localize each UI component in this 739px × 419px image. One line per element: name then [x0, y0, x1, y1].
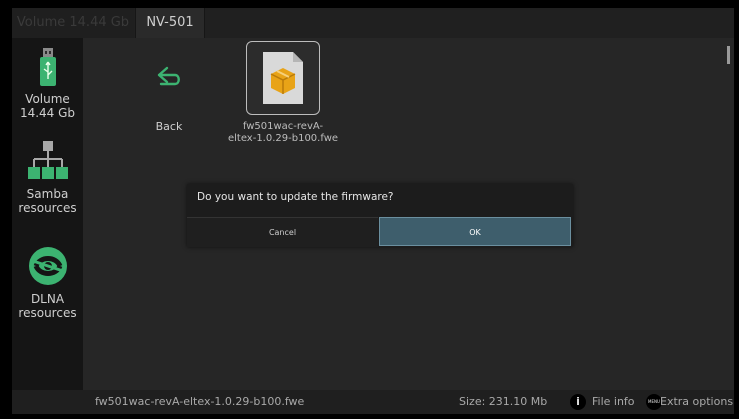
file-name-label: fw501wac-revA- eltex-1.0.29-b100.fwe: [227, 121, 339, 144]
sidebar-label-dlna: DLNA resources: [18, 292, 77, 320]
sidebar: Volume 14.44 Gb Samba resources DLNA res…: [12, 38, 83, 390]
tab-volume[interactable]: Volume 14.44 Gb: [12, 8, 134, 38]
extra-options-label[interactable]: Extra options: [660, 390, 733, 414]
tab-bar: Volume 14.44 Gb NV-501: [12, 8, 734, 38]
sidebar-item-samba[interactable]: Samba resources: [12, 141, 83, 215]
network-tree-icon: [27, 141, 68, 179]
tab-nv501[interactable]: NV-501: [135, 8, 205, 38]
dialog-message: Do you want to update the firmware?: [197, 191, 394, 203]
back-arrow-icon: [157, 66, 180, 86]
file-info-label[interactable]: File info: [592, 390, 635, 414]
sidebar-label-samba: Samba resources: [18, 187, 77, 215]
sidebar-item-volume[interactable]: Volume 14.44 Gb: [12, 48, 83, 120]
back-item[interactable]: Back: [136, 66, 202, 133]
usb-drive-icon: [39, 48, 56, 86]
status-file-size: Size: 231.10 Mb: [459, 395, 548, 408]
tv-screen: Volume 14.44 Gb NV-501 Volume 14.44 Gb S…: [0, 0, 739, 419]
dlna-icon: [28, 247, 67, 285]
update-confirm-dialog: Do you want to update the firmware? Canc…: [187, 184, 573, 247]
status-bar: fw501wac-revA-eltex-1.0.29-b100.fwe Size…: [12, 390, 734, 414]
sidebar-item-dlna[interactable]: DLNA resources: [12, 246, 83, 320]
info-icon: i: [570, 394, 586, 410]
sidebar-label-volume: Volume 14.44 Gb: [19, 92, 76, 120]
file-thumbnail: [246, 41, 320, 115]
file-browser: Volume 14.44 Gb NV-501 Volume 14.44 Gb S…: [12, 8, 734, 414]
ok-button[interactable]: OK: [379, 217, 571, 246]
status-filename: fw501wac-revA-eltex-1.0.29-b100.fwe: [95, 395, 305, 408]
cancel-button[interactable]: Cancel: [187, 217, 378, 247]
scrollbar-thumb[interactable]: [727, 46, 730, 64]
back-label: Back: [155, 120, 183, 133]
firmware-file-item[interactable]: fw501wac-revA- eltex-1.0.29-b100.fwe: [225, 41, 341, 145]
package-file-icon: [263, 52, 303, 104]
